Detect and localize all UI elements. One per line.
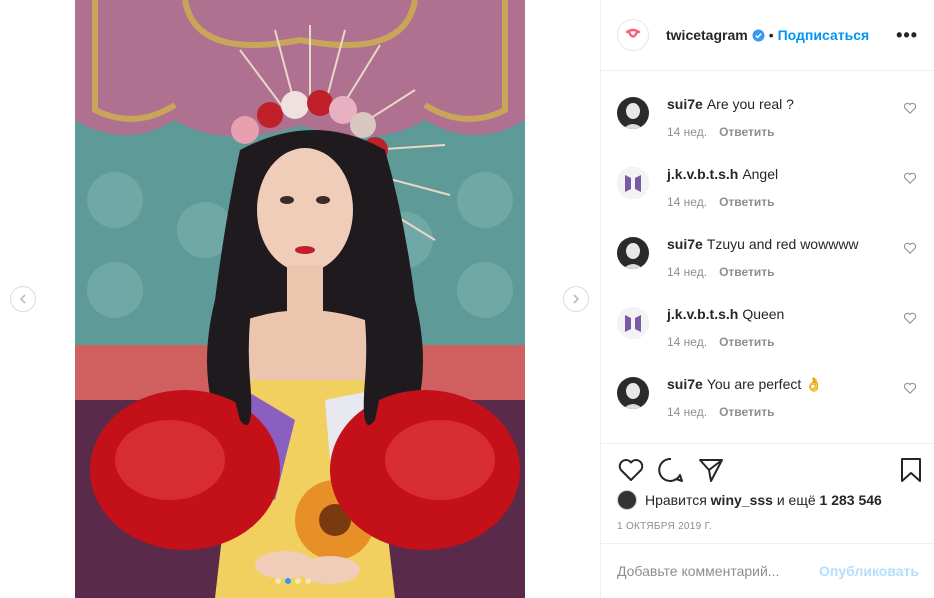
portrait-avatar-icon [617, 377, 649, 409]
reply-button[interactable]: Ответить [719, 265, 774, 279]
post-panel: twicetagram • Подписаться ••• sui7e Are y… [600, 0, 934, 598]
chevron-right-icon [573, 294, 580, 304]
bts-logo-avatar-icon [617, 167, 649, 199]
comment-username[interactable]: j.k.v.b.t.s.h [667, 166, 738, 182]
comment-age: 14 нед. [667, 125, 708, 139]
comment-text: Are you real ? [706, 96, 794, 112]
liker-username[interactable]: winy_sss [711, 492, 773, 508]
post-date[interactable]: 1 ОКТЯБРЯ 2019 Г. [617, 521, 712, 532]
account-avatar[interactable] [617, 19, 649, 51]
carousel-dot-active [285, 578, 291, 584]
comment-text: Tzuyu and red wowwww [706, 236, 859, 252]
comment-like-heart-icon[interactable] [903, 381, 917, 395]
share-icon[interactable] [697, 456, 725, 484]
liker-avatar[interactable] [617, 490, 637, 510]
likes-mid-text: и ещё [776, 492, 816, 508]
bts-logo-avatar-icon [617, 307, 649, 339]
comment-avatar[interactable] [617, 167, 649, 199]
portrait-avatar-icon [617, 237, 649, 269]
comment-age: 14 нед. [667, 195, 708, 209]
reply-button[interactable]: Ответить [719, 125, 774, 139]
comment-item: sui7e You are perfect 👌 14 нед. Ответить [617, 375, 917, 431]
post-photo-illustration [75, 0, 525, 598]
bookmark-icon[interactable] [897, 456, 925, 484]
comment-item: sui7e Are you real ? 14 нед. Ответить [617, 95, 917, 151]
comment-like-heart-icon[interactable] [903, 171, 917, 185]
carousel-dot [305, 578, 311, 584]
comment-avatar[interactable] [617, 307, 649, 339]
portrait-avatar-icon [617, 97, 649, 129]
account-username[interactable]: twicetagram [666, 27, 748, 43]
likes-prefix: Нравится [645, 492, 707, 508]
likes-summary: Нравится winy_sss и ещё 1 283 546 [617, 490, 882, 510]
comment-age: 14 нед. [667, 335, 708, 349]
comment-item: sui7e Tzuyu and red wowwww 14 нед. Ответит… [617, 235, 917, 291]
carousel-dot [295, 578, 301, 584]
likes-count[interactable]: 1 283 546 [820, 492, 882, 508]
comment-username[interactable]: sui7e [667, 376, 703, 392]
comment-username[interactable]: j.k.v.b.t.s.h [667, 306, 738, 322]
follow-button[interactable]: Подписаться [778, 27, 870, 43]
comment-avatar[interactable] [617, 377, 649, 409]
post-actions: Нравится winy_sss и ещё 1 283 546 1 ОКТЯ… [601, 443, 934, 543]
reply-button[interactable]: Ответить [719, 405, 774, 419]
comment-icon[interactable] [657, 456, 685, 484]
comment-item: j.k.v.b.t.s.h Queen 14 нед. Ответить [617, 305, 917, 361]
action-icon-row [617, 456, 923, 484]
add-comment-bar: Опубликовать [601, 543, 934, 598]
comment-input[interactable] [617, 563, 820, 579]
comment-text: You are perfect 👌 [706, 376, 823, 392]
twice-logo-icon [622, 24, 644, 46]
comment-text: Queen [742, 306, 785, 322]
comment-avatar[interactable] [617, 237, 649, 269]
comment-like-heart-icon[interactable] [903, 101, 917, 115]
comments-list[interactable]: sui7e Are you real ? 14 нед. Ответить j.k.… [601, 71, 934, 443]
comment-age: 14 нед. [667, 265, 708, 279]
comment-username[interactable]: sui7e [667, 96, 703, 112]
comment-avatar[interactable] [617, 97, 649, 129]
reply-button[interactable]: Ответить [719, 335, 774, 349]
carousel-dot [275, 578, 281, 584]
comment-username[interactable]: sui7e [667, 236, 703, 252]
media-area [0, 0, 600, 598]
post-photo[interactable] [75, 0, 525, 598]
next-slide-button[interactable] [563, 286, 589, 312]
verified-badge-icon [752, 29, 765, 42]
publish-button[interactable]: Опубликовать [819, 563, 919, 579]
prev-slide-button[interactable] [10, 286, 36, 312]
reply-button[interactable]: Ответить [719, 195, 774, 209]
comment-text: Angel [742, 166, 779, 182]
header-separator: • [768, 27, 774, 43]
chevron-left-icon [19, 294, 26, 304]
comment-like-heart-icon[interactable] [903, 311, 917, 325]
post-header: twicetagram • Подписаться ••• [601, 0, 934, 71]
heart-icon[interactable] [617, 456, 645, 484]
more-options-button[interactable]: ••• [896, 25, 918, 46]
comment-age: 14 нед. [667, 405, 708, 419]
carousel-dots [275, 578, 311, 584]
comment-like-heart-icon[interactable] [903, 241, 917, 255]
comment-item: j.k.v.b.t.s.h Angel 14 нед. Ответить [617, 165, 917, 221]
